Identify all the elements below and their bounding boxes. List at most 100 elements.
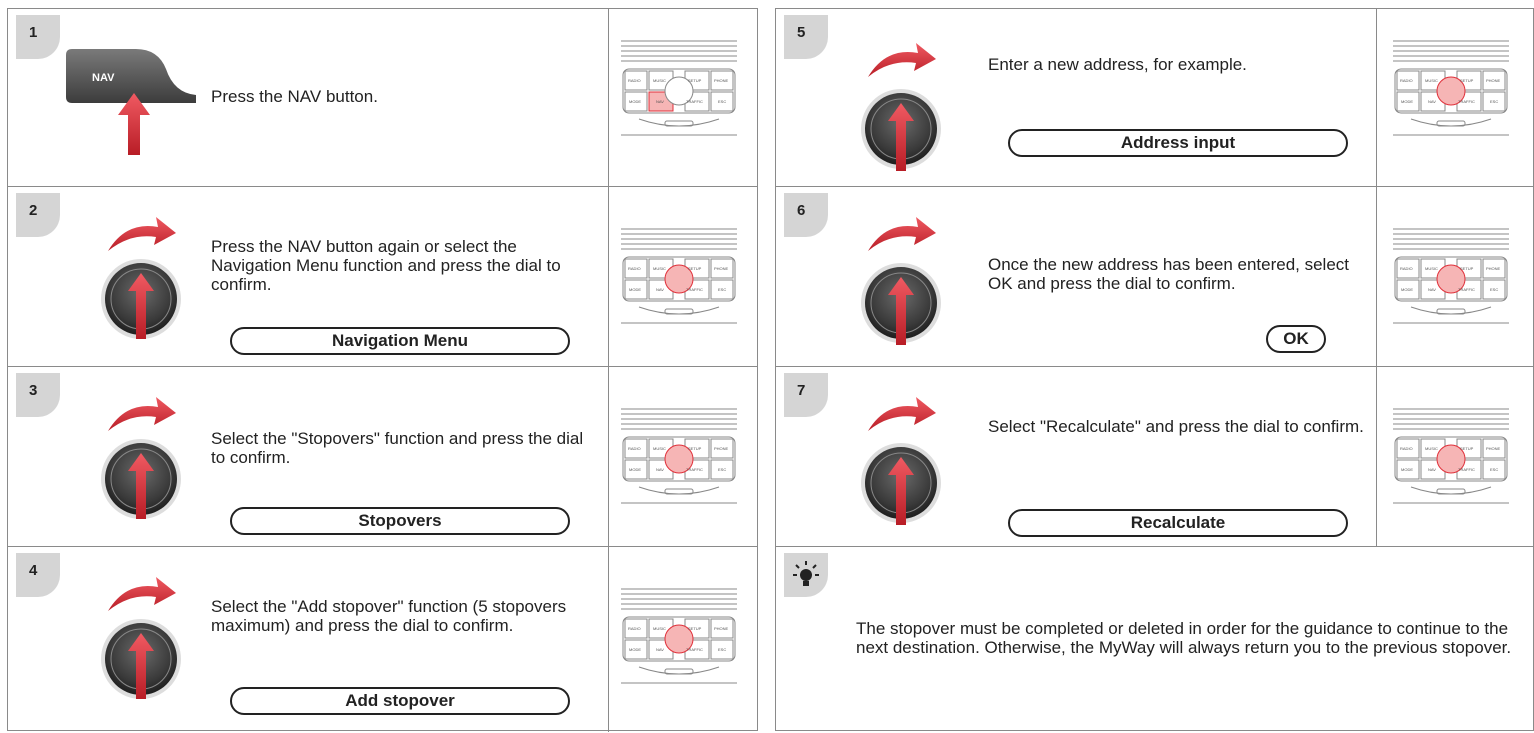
rotary-dial-icon: [861, 43, 941, 171]
svg-text:RADIO: RADIO: [1400, 446, 1413, 451]
rotary-dial-icon: [101, 217, 181, 339]
step-number-badge: 1: [16, 15, 60, 59]
console-diagram-icon: RADIO MUSIC SETUP PHONE MODE NAV TRAFFIC ESC: [621, 228, 737, 324]
step-number-badge: 2: [16, 193, 60, 237]
svg-text:NAV: NAV: [656, 467, 664, 472]
svg-text:ESC: ESC: [718, 647, 726, 652]
console-diagram-icon: RADIO MUSIC SETUP PHONE MODE NAV TRAFFIC ESC: [1393, 40, 1509, 136]
svg-text:SETUP: SETUP: [688, 446, 702, 451]
rotary-dial-icon: [101, 577, 181, 699]
steps-panel-right: 5 Enter a new address, for example. Addr…: [775, 8, 1534, 731]
svg-text:TRAFFIC: TRAFFIC: [686, 99, 703, 104]
svg-text:MODE: MODE: [629, 467, 641, 472]
tip-badge: [784, 553, 828, 597]
svg-text:TRAFFIC: TRAFFIC: [686, 647, 703, 652]
step-number-badge: 6: [784, 193, 828, 237]
svg-text:RADIO: RADIO: [628, 626, 641, 631]
svg-text:MUSIC: MUSIC: [653, 626, 666, 631]
menu-item-navigation-menu[interactable]: Navigation Menu: [230, 327, 570, 355]
step-number-badge: 4: [16, 553, 60, 597]
menu-item-add-stopover[interactable]: Add stopover: [230, 687, 570, 715]
step-number-badge: 7: [784, 373, 828, 417]
console-image-cell: RADIO MUSIC SETUP PHONE MODE NAV TRAFFIC ESC: [608, 547, 759, 732]
svg-text:ESC: ESC: [1490, 467, 1498, 472]
svg-text:MUSIC: MUSIC: [653, 446, 666, 451]
svg-text:RADIO: RADIO: [628, 446, 641, 451]
step-row-2: 2 Press the NAV button again or select t…: [8, 187, 757, 367]
svg-text:MUSIC: MUSIC: [1425, 266, 1438, 271]
step-row-1: 1 NAV Press the NAV button. RADIO MUSIC …: [8, 9, 757, 187]
svg-text:PHONE: PHONE: [714, 446, 729, 451]
tip-row: The stopover must be completed or delete…: [776, 547, 1533, 732]
svg-text:NAV: NAV: [656, 99, 664, 104]
svg-text:MODE: MODE: [629, 647, 641, 652]
step-row-7: 7 Select "Recalculate" and press the dia…: [776, 367, 1533, 547]
step-instruction: Select "Recalculate" and press the dial …: [988, 417, 1364, 436]
console-diagram-icon: RADIO MUSIC SETUP PHONE MODE NAV TRAFFIC ESC: [621, 408, 737, 504]
svg-text:MODE: MODE: [1401, 287, 1413, 292]
svg-text:NAV: NAV: [1428, 287, 1436, 292]
step-instruction: Once the new address has been entered, s…: [988, 255, 1350, 293]
rotary-dial-icon: [861, 397, 941, 525]
svg-text:TRAFFIC: TRAFFIC: [686, 467, 703, 472]
step-number-badge: 5: [784, 15, 828, 59]
svg-text:RADIO: RADIO: [628, 78, 641, 83]
console-diagram-icon: RADIO MUSIC SETUP PHONE MODE NAV TRAFFIC ESC: [1393, 408, 1509, 504]
console-image-cell: RADIO MUSIC SETUP PHONE MODE NAV TRAFFIC ESC: [608, 9, 759, 186]
console-image-cell: RADIO MUSIC SETUP PHONE MODE NAV TRAFFIC ESC: [1376, 367, 1534, 546]
svg-text:PHONE: PHONE: [714, 266, 729, 271]
console-image-cell: RADIO MUSIC SETUP PHONE MODE NAV TRAFFIC ESC: [1376, 187, 1534, 366]
console-image-cell: RADIO MUSIC SETUP PHONE MODE NAV TRAFFIC ESC: [608, 367, 759, 546]
svg-text:PHONE: PHONE: [1486, 446, 1501, 451]
svg-text:ESC: ESC: [718, 99, 726, 104]
nav-button-label: NAV: [92, 72, 115, 84]
step-row-3: 3 Select the "Stopovers" function and pr…: [8, 367, 757, 547]
svg-text:PHONE: PHONE: [1486, 266, 1501, 271]
menu-item-stopovers[interactable]: Stopovers: [230, 507, 570, 535]
svg-text:NAV: NAV: [656, 287, 664, 292]
rotary-dial-icon: [861, 217, 941, 345]
step-number-badge: 3: [16, 373, 60, 417]
svg-text:MODE: MODE: [629, 99, 641, 104]
svg-text:RADIO: RADIO: [1400, 266, 1413, 271]
svg-text:NAV: NAV: [656, 647, 664, 652]
svg-text:MUSIC: MUSIC: [1425, 446, 1438, 451]
svg-text:SETUP: SETUP: [1460, 266, 1474, 271]
svg-text:SETUP: SETUP: [688, 266, 702, 271]
steps-panel-left: 1 NAV Press the NAV button. RADIO MUSIC …: [7, 8, 758, 732]
svg-text:PHONE: PHONE: [714, 626, 729, 631]
svg-text:ESC: ESC: [718, 287, 726, 292]
svg-text:SETUP: SETUP: [688, 78, 702, 83]
rotary-dial-icon: [101, 397, 181, 519]
step-row-6: 6 Once the new address has been entered,…: [776, 187, 1533, 367]
step-instruction: Enter a new address, for example.: [988, 55, 1247, 74]
step-instruction: Select the "Add stopover" function (5 st…: [211, 597, 567, 635]
svg-text:MODE: MODE: [1401, 467, 1413, 472]
svg-text:SETUP: SETUP: [1460, 78, 1474, 83]
menu-item-recalculate[interactable]: Recalculate: [1008, 509, 1348, 537]
step-row-5: 5 Enter a new address, for example. Addr…: [776, 9, 1533, 187]
console-diagram-icon: RADIO MUSIC SETUP PHONE MODE NAV TRAFFIC ESC: [621, 588, 737, 684]
console-image-cell: RADIO MUSIC SETUP PHONE MODE NAV TRAFFIC ESC: [608, 187, 759, 366]
svg-text:ESC: ESC: [1490, 99, 1498, 104]
nav-button-icon: NAV: [66, 49, 196, 155]
svg-text:PHONE: PHONE: [1486, 78, 1501, 83]
lightbulb-icon: [793, 561, 819, 586]
svg-text:SETUP: SETUP: [1460, 446, 1474, 451]
svg-text:TRAFFIC: TRAFFIC: [1458, 467, 1475, 472]
menu-item-address-input[interactable]: Address input: [1008, 129, 1348, 157]
step-instruction: Select the "Stopovers" function and pres…: [211, 429, 584, 467]
svg-text:PHONE: PHONE: [714, 78, 729, 83]
svg-text:MUSIC: MUSIC: [653, 266, 666, 271]
svg-text:TRAFFIC: TRAFFIC: [1458, 99, 1475, 104]
step-row-4: 4 Select the "Add stopover" function (5 …: [8, 547, 757, 732]
step-instruction: Press the NAV button again or select the…: [211, 237, 561, 294]
svg-text:ESC: ESC: [718, 467, 726, 472]
console-diagram-icon: RADIO MUSIC SETUP PHONE MODE NAV TRAFFIC ESC: [1393, 228, 1509, 324]
svg-text:NAV: NAV: [1428, 99, 1436, 104]
svg-text:ESC: ESC: [1490, 287, 1498, 292]
ok-button[interactable]: OK: [1266, 325, 1326, 353]
console-diagram-icon: RADIO MUSIC SETUP PHONE MODE NAV TRAFFIC ESC: [621, 40, 737, 136]
svg-text:MODE: MODE: [629, 287, 641, 292]
svg-text:TRAFFIC: TRAFFIC: [1458, 287, 1475, 292]
